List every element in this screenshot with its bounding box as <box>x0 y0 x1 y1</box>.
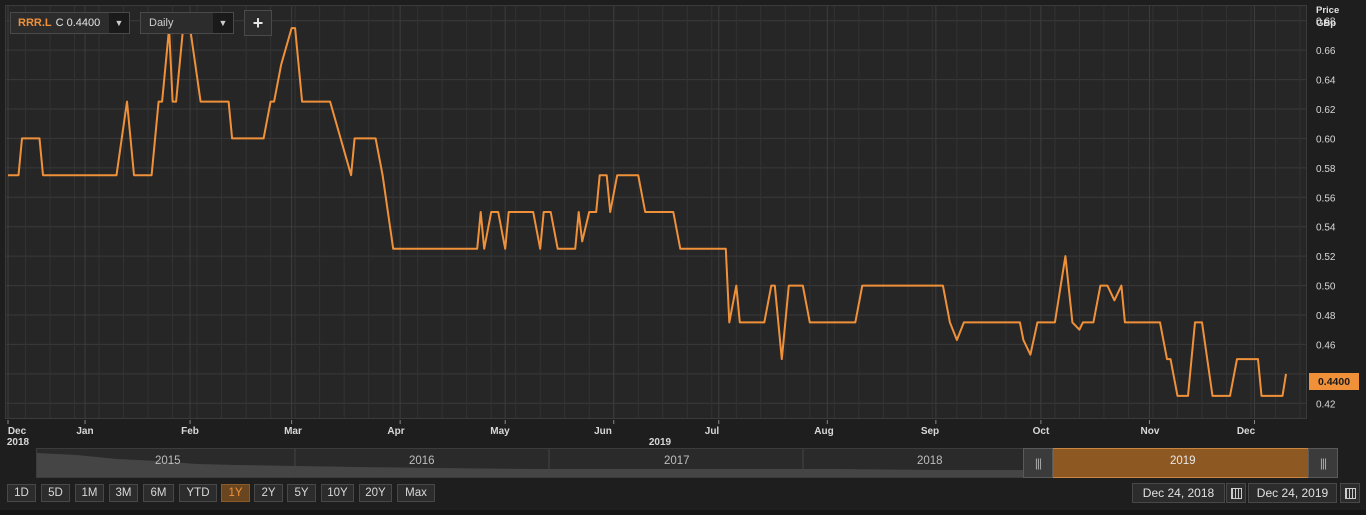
range-button-6m[interactable]: 6M <box>143 484 174 502</box>
y-tick-label: 0.42 <box>1316 399 1336 410</box>
x-tick-label: Apr <box>387 426 404 437</box>
x-tick-label: Oct <box>1033 426 1050 437</box>
interval-selector[interactable]: Daily ▼ <box>140 12 234 34</box>
calendar-button-end[interactable] <box>1340 483 1360 503</box>
navigator-right-handle[interactable]: ||| <box>1308 448 1338 478</box>
chevron-down-icon[interactable]: ▼ <box>109 13 129 33</box>
price-axis-title: Price <box>1316 5 1340 16</box>
close-price-label: C 0.4400 <box>55 17 101 29</box>
calendar-button-start[interactable] <box>1226 483 1246 503</box>
x-tick-label: Dec <box>1237 426 1256 437</box>
range-button-5d[interactable]: 5D <box>41 484 70 502</box>
y-tick-label: 0.64 <box>1316 76 1336 87</box>
range-button-1d[interactable]: 1D <box>7 484 36 502</box>
y-tick-label: 0.58 <box>1316 164 1336 175</box>
range-button-max[interactable]: Max <box>397 484 435 502</box>
y-tick-label: 0.54 <box>1316 223 1336 234</box>
bottom-scroll-strip <box>0 510 1366 515</box>
currency-label: GBp <box>1316 18 1337 29</box>
calendar-icon <box>1230 487 1242 499</box>
range-button-5y[interactable]: 5Y <box>287 484 316 502</box>
y-axis-ticks: 0.42 0.46 0.48 0.50 0.52 0.54 0.56 0.58 0.60 0.62… <box>1316 17 1336 411</box>
navigator-year-label: 2017 <box>664 455 690 467</box>
x-tick-label: Jul <box>705 426 720 437</box>
end-date-field[interactable]: Dec 24, 2019 <box>1248 483 1337 503</box>
range-button-2y[interactable]: 2Y <box>254 484 283 502</box>
range-button-1y[interactable]: 1Y <box>221 484 250 502</box>
y-tick-label: 0.66 <box>1316 46 1336 57</box>
x-tick-label: Feb <box>181 426 199 437</box>
range-button-1m[interactable]: 1M <box>75 484 104 502</box>
y-tick-label: 0.46 <box>1316 340 1336 351</box>
range-button-20y[interactable]: 20Y <box>359 484 392 502</box>
navigator-year-label: 2018 <box>917 455 943 467</box>
x-tick-label: Sep <box>921 426 939 437</box>
y-tick-label: 0.62 <box>1316 105 1336 116</box>
x-tick-label: Nov <box>1141 426 1160 437</box>
x-axis-ticks: Dec Jan Feb Mar Apr May Jun Jul Aug Sep Oct Nov Dec2… <box>7 420 1256 445</box>
x-tick-label: Aug <box>814 426 833 437</box>
range-button-ytd[interactable]: YTD <box>179 484 217 502</box>
symbol-selector[interactable]: RRR.L C 0.4400 ▼ <box>10 12 130 34</box>
y-tick-label: 0.52 <box>1316 252 1336 263</box>
navigator-year-label: 2016 <box>409 455 435 467</box>
x-tick-label: Jan <box>76 426 93 437</box>
x-tick-label: Dec <box>8 426 27 437</box>
calendar-icon <box>1344 487 1356 499</box>
price-series-line <box>8 27 1287 397</box>
last-price-badge: 0.4400 <box>1309 373 1359 390</box>
chevron-down-icon[interactable]: ▼ <box>213 13 233 33</box>
start-date-field[interactable]: Dec 24, 2018 <box>1132 483 1225 503</box>
navigator-year-label: 2019 <box>1170 455 1196 467</box>
x-year-label: 2018 <box>7 437 30 445</box>
range-button-3m[interactable]: 3M <box>109 484 138 502</box>
price-line-chart[interactable]: 0.42 0.46 0.48 0.50 0.52 0.54 0.56 0.58 0.60 0.62… <box>0 0 1366 445</box>
x-tick-label: Jun <box>594 426 612 437</box>
y-tick-label: 0.50 <box>1316 282 1336 293</box>
price-axis-header: Price GBp <box>1316 4 1339 30</box>
y-tick-label: 0.60 <box>1316 134 1336 145</box>
y-tick-label: 0.56 <box>1316 193 1336 204</box>
navigator-year-label: 2015 <box>155 455 181 467</box>
y-tick-label: 0.48 <box>1316 311 1336 322</box>
plus-icon: + <box>252 12 264 33</box>
x-tick-label: Mar <box>284 426 302 437</box>
x-year-label: 2019 <box>649 437 672 445</box>
range-button-10y[interactable]: 10Y <box>321 484 354 502</box>
x-tick-label: May <box>490 426 510 437</box>
symbol-label: RRR.L <box>18 17 52 29</box>
navigator-left-handle[interactable]: ||| <box>1023 448 1053 478</box>
add-comparison-button[interactable]: + <box>244 10 272 36</box>
interval-label: Daily <box>149 17 174 29</box>
